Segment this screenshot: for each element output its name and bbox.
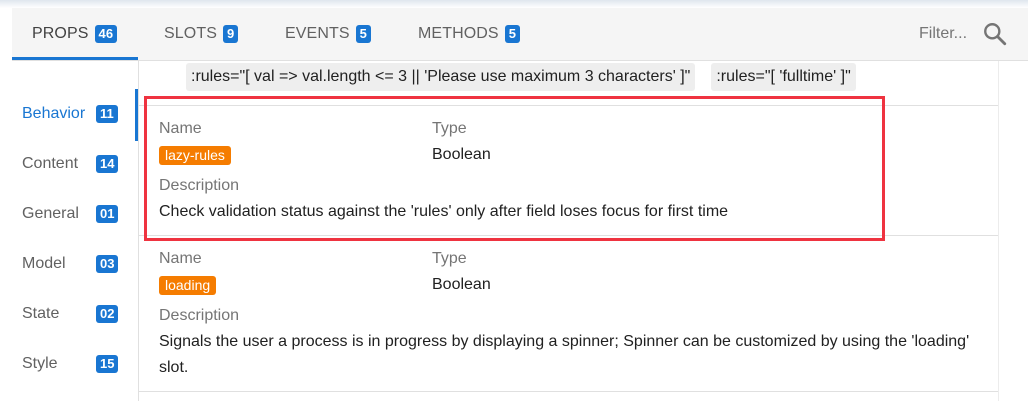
sidebar-item-label: Behavior xyxy=(22,105,86,122)
prop-type-value: Boolean xyxy=(432,146,491,163)
example-row: :rules="[ val => val.length <= 3 || 'Ple… xyxy=(186,63,856,91)
search-icon[interactable] xyxy=(982,21,1008,47)
prop-type-value: Boolean xyxy=(432,276,491,293)
tab-props-count: 46 xyxy=(94,25,118,43)
props-list: :rules="[ val => val.length <= 3 || 'Ple… xyxy=(139,61,998,401)
top-edge xyxy=(0,0,1028,8)
divider xyxy=(139,391,998,392)
prop-item-loading: Name Type loading Boolean Description Si… xyxy=(139,236,998,391)
tab-methods-label: METHODS xyxy=(418,25,499,42)
type-label: Type xyxy=(432,250,467,267)
prop-description: Signals the user a process is in progres… xyxy=(159,333,970,376)
sidebar-item-general[interactable]: General 01 xyxy=(12,189,138,239)
tab-slots[interactable]: SLOTS 9 xyxy=(164,8,239,60)
api-tab-bar: PROPS 46 SLOTS 9 EVENTS 5 METHODS 5 xyxy=(12,8,1028,61)
prop-name-chip: loading xyxy=(159,276,217,295)
sidebar-item-behavior[interactable]: Behavior 11 xyxy=(12,89,138,139)
sidebar-item-label: State xyxy=(22,305,60,322)
sidebar-item-label: Content xyxy=(22,155,79,172)
sidebar-item-state[interactable]: State 02 xyxy=(12,289,138,339)
tab-events-label: EVENTS xyxy=(285,25,350,42)
tab-slots-count: 9 xyxy=(222,25,239,43)
sidebar-item-count: 14 xyxy=(96,155,119,173)
sidebar-item-label: Model xyxy=(22,255,66,272)
tab-slots-label: SLOTS xyxy=(164,25,217,42)
tab-props-label: PROPS xyxy=(32,25,89,42)
active-tab-indicator xyxy=(12,57,138,60)
sidebar-item-count: 03 xyxy=(96,255,119,273)
api-card: PROPS 46 SLOTS 9 EVENTS 5 METHODS 5 Beha… xyxy=(0,0,1028,401)
scrollbar-track[interactable] xyxy=(998,61,1028,401)
sidebar-item-count: 01 xyxy=(96,205,119,223)
sidebar-item-label: General xyxy=(22,205,79,222)
sidebar-item-count: 15 xyxy=(96,355,119,373)
prop-description: Check validation status against the 'rul… xyxy=(159,203,729,220)
prop-name-chip: lazy-rules xyxy=(159,146,231,165)
sidebar-item-style[interactable]: Style 15 xyxy=(12,339,138,389)
category-sidebar: Behavior 11 Content 14 General 01 Model … xyxy=(12,61,139,401)
example-code: :rules="[ 'fulltime' ]" xyxy=(711,63,856,91)
type-label: Type xyxy=(432,120,467,137)
sidebar-item-count: 02 xyxy=(96,305,119,323)
description-label: Description xyxy=(159,177,240,194)
name-label: Name xyxy=(159,120,202,137)
tab-events-count: 5 xyxy=(355,25,371,43)
sidebar-item-label: Style xyxy=(22,355,58,372)
tab-props[interactable]: PROPS 46 xyxy=(32,8,118,60)
example-code: :rules="[ val => val.length <= 3 || 'Ple… xyxy=(186,63,696,91)
name-label: Name xyxy=(159,250,202,267)
sidebar-item-count: 11 xyxy=(96,105,118,123)
description-label: Description xyxy=(159,307,240,324)
tab-methods[interactable]: METHODS 5 xyxy=(418,8,521,60)
tab-events[interactable]: EVENTS 5 xyxy=(285,8,371,60)
tab-methods-count: 5 xyxy=(504,25,521,43)
active-category-indicator xyxy=(135,89,138,141)
prop-item-lazy-rules: Name Type lazy-rules Boolean Description… xyxy=(139,106,998,235)
sidebar-item-model[interactable]: Model 03 xyxy=(12,239,138,289)
filter-input[interactable] xyxy=(919,25,979,43)
sidebar-item-content[interactable]: Content 14 xyxy=(12,139,138,189)
